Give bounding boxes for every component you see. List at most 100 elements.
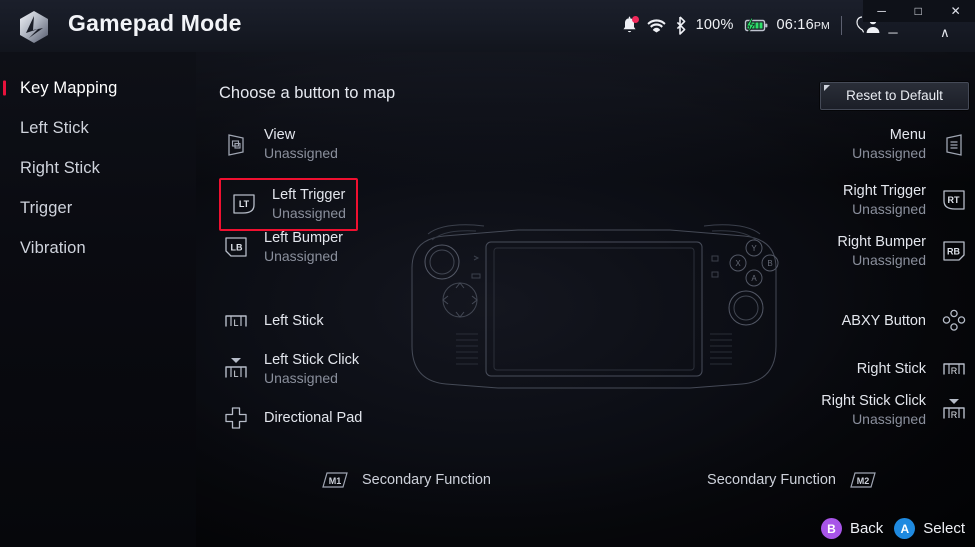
mapping-value: Unassigned bbox=[852, 201, 926, 217]
mapping-value: Unassigned bbox=[264, 145, 338, 161]
svg-text:A: A bbox=[751, 274, 757, 283]
right-stick-icon: R bbox=[939, 354, 969, 384]
active-marker bbox=[3, 80, 6, 96]
svg-text:RT: RT bbox=[948, 195, 960, 205]
rb-bumper-icon: RB bbox=[939, 236, 969, 266]
svg-text:B: B bbox=[767, 259, 772, 268]
mapping-row-view[interactable]: View Unassigned bbox=[221, 126, 338, 162]
gamepad-mode-window: Y X B A Gamepad Mode 100% 06:16PM ─ ∧ ─ … bbox=[0, 0, 975, 547]
mapping-row-right-bumper[interactable]: Right Bumper Unassigned RB bbox=[837, 233, 969, 269]
app-window-controls: ─ ∧ bbox=[867, 20, 971, 44]
mapping-label: Right Stick bbox=[856, 361, 926, 377]
status-divider bbox=[841, 15, 842, 35]
mapping-value: Unassigned bbox=[264, 248, 338, 264]
mapping-row-left-stick[interactable]: L Left Stick bbox=[221, 306, 324, 336]
svg-text:R: R bbox=[951, 410, 958, 420]
mapping-label: Left Stick bbox=[264, 313, 324, 329]
lb-bumper-icon: LB bbox=[221, 232, 251, 262]
sidebar-item-key-mapping[interactable]: Key Mapping bbox=[0, 68, 196, 108]
mapping-row-right-stick[interactable]: Right Stick R bbox=[857, 354, 969, 384]
armoury-crate-logo-icon bbox=[16, 9, 52, 45]
svg-text:RB: RB bbox=[947, 247, 960, 257]
left-stick-icon: L bbox=[221, 306, 251, 336]
m1-button-icon: M1 bbox=[320, 465, 350, 495]
view-button-icon bbox=[221, 129, 251, 159]
lt-trigger-icon: LT bbox=[229, 189, 259, 219]
bell-icon[interactable] bbox=[621, 15, 639, 35]
battery-percent: 100% bbox=[695, 17, 734, 33]
wifi-icon[interactable] bbox=[647, 18, 666, 33]
mapping-label: View bbox=[264, 127, 296, 143]
app-collapse-button[interactable]: ∧ bbox=[940, 26, 950, 39]
sidebar-item-right-stick[interactable]: Right Stick bbox=[0, 148, 196, 188]
left-stick-click-icon: L bbox=[221, 354, 251, 384]
battery-charging-icon bbox=[743, 17, 768, 33]
menu-button-icon bbox=[939, 129, 969, 159]
mapping-label: Right Bumper bbox=[837, 234, 926, 250]
mapping-value: Unassigned bbox=[852, 411, 926, 427]
abxy-buttons-icon bbox=[939, 306, 969, 336]
mapping-value: Unassigned bbox=[852, 252, 926, 268]
bluetooth-icon[interactable] bbox=[675, 15, 687, 35]
svg-text:M2: M2 bbox=[857, 476, 870, 486]
secondary-function-m2[interactable]: Secondary Function M2 bbox=[707, 465, 878, 495]
svg-text:L: L bbox=[233, 369, 238, 379]
svg-text:Y: Y bbox=[751, 244, 757, 253]
mapping-row-left-stick-click[interactable]: L Left Stick Click Unassigned bbox=[221, 351, 359, 387]
svg-text:X: X bbox=[735, 259, 741, 268]
main-heading: Choose a button to map bbox=[219, 84, 396, 102]
back-label: Back bbox=[849, 520, 884, 537]
status-bar: 100% 06:16PM bbox=[621, 11, 883, 39]
sidebar-item-label: Left Stick bbox=[20, 118, 89, 137]
mapping-label: Menu bbox=[889, 127, 926, 143]
page-title: Gamepad Mode bbox=[68, 10, 242, 36]
mapping-label: Right Stick Click bbox=[821, 393, 926, 409]
reset-to-default-button[interactable]: Reset to Default bbox=[820, 82, 969, 110]
mapping-row-right-trigger[interactable]: Right Trigger Unassigned RT bbox=[843, 182, 969, 218]
secondary-function-label: Secondary Function bbox=[707, 472, 836, 488]
back-button[interactable]: B Back bbox=[820, 518, 884, 539]
svg-text:LB: LB bbox=[231, 243, 243, 253]
mapping-row-menu[interactable]: Menu Unassigned bbox=[852, 126, 969, 162]
mapping-label: Left Stick Click bbox=[264, 352, 360, 368]
mapping-row-left-trigger[interactable]: LT Left Trigger Unassigned bbox=[219, 178, 358, 231]
sidebar-item-trigger[interactable]: Trigger bbox=[0, 188, 196, 228]
sidebar-item-label: Trigger bbox=[20, 198, 73, 217]
mapping-label: Left Trigger bbox=[272, 187, 346, 203]
m2-button-icon: M2 bbox=[848, 465, 878, 495]
mapping-row-left-bumper[interactable]: LB Left Bumper Unassigned bbox=[221, 229, 343, 265]
secondary-function-label: Secondary Function bbox=[362, 472, 491, 488]
sidebar: Key Mapping Left Stick Right Stick Trigg… bbox=[0, 52, 196, 547]
mapping-row-abxy-button[interactable]: ABXY Button bbox=[842, 306, 969, 336]
dpad-icon bbox=[221, 403, 251, 433]
title-bar: Gamepad Mode 100% 06:16PM ─ ∧ bbox=[0, 0, 975, 52]
close-button[interactable]: ✕ bbox=[951, 5, 961, 17]
sidebar-item-label: Vibration bbox=[20, 238, 86, 257]
mapping-label: Right Trigger bbox=[842, 183, 926, 199]
sidebar-item-vibration[interactable]: Vibration bbox=[0, 228, 196, 268]
svg-text:L: L bbox=[233, 318, 238, 328]
os-window-controls: ─ □ ✕ bbox=[863, 0, 975, 22]
rt-trigger-icon: RT bbox=[939, 185, 969, 215]
mapping-label: Directional Pad bbox=[264, 410, 363, 426]
right-stick-click-icon: R bbox=[939, 395, 969, 425]
a-button-icon: A bbox=[894, 518, 916, 539]
select-button[interactable]: A Select bbox=[894, 518, 965, 539]
mapping-value: Unassigned bbox=[852, 145, 926, 161]
clock-period: PM bbox=[813, 20, 830, 32]
footer-actions: B Back A Select bbox=[820, 518, 965, 539]
maximize-button[interactable]: □ bbox=[915, 5, 922, 17]
app-minimize-button[interactable]: ─ bbox=[888, 26, 897, 39]
secondary-function-m1[interactable]: M1 Secondary Function bbox=[320, 465, 491, 495]
mapping-row-right-stick-click[interactable]: Right Stick Click Unassigned R bbox=[821, 392, 969, 428]
sidebar-item-left-stick[interactable]: Left Stick bbox=[0, 108, 196, 148]
clock-time: 06:16 bbox=[776, 17, 814, 33]
notification-badge bbox=[631, 15, 639, 23]
mapping-value: Unassigned bbox=[264, 370, 338, 386]
handheld-gamepad-device-outline: Y X B A bbox=[398, 224, 790, 396]
sidebar-item-label: Right Stick bbox=[20, 158, 100, 177]
minimize-button[interactable]: ─ bbox=[877, 5, 886, 17]
sidebar-item-label: Key Mapping bbox=[20, 78, 118, 97]
mapping-row-directional-pad[interactable]: Directional Pad bbox=[221, 403, 362, 433]
b-button-icon: B bbox=[820, 518, 842, 539]
